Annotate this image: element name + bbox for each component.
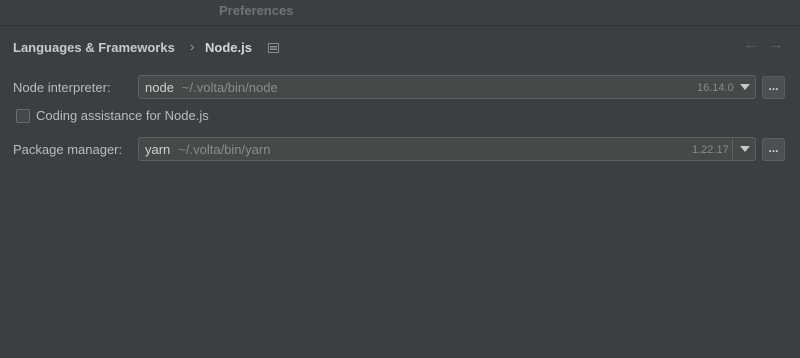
package-manager-select[interactable]: yarn ~/.volta/bin/yarn 1.22.17 — [138, 137, 756, 161]
combo-divider — [732, 138, 733, 160]
back-arrow-icon[interactable]: ← — [743, 37, 759, 53]
breadcrumb-parent[interactable]: Languages & Frameworks — [13, 40, 175, 55]
node-interpreter-version: 16.14.0 — [697, 82, 734, 94]
node-interpreter-select[interactable]: node ~/.volta/bin/node 16.14.0 — [138, 75, 756, 99]
package-manager-version: 1.22.17 — [692, 144, 729, 156]
breadcrumb-current: Node.js — [205, 40, 252, 55]
package-manager-path: ~/.volta/bin/yarn — [178, 142, 271, 157]
node-interpreter-value: node ~/.volta/bin/node — [145, 80, 278, 95]
settings-header: Languages & Frameworks › Node.js ← → — [0, 26, 800, 70]
node-interpreter-name: node — [145, 80, 174, 95]
chevron-down-icon[interactable] — [740, 146, 750, 152]
package-manager-label: Package manager: — [13, 142, 123, 157]
window-title: Preferences — [219, 3, 294, 18]
package-manager-name: yarn — [145, 142, 171, 157]
coding-assistance-label[interactable]: Coding assistance for Node.js — [36, 108, 209, 123]
node-interpreter-label: Node interpreter: — [13, 80, 111, 95]
package-manager-value: yarn ~/.volta/bin/yarn — [145, 142, 270, 157]
node-interpreter-path: ~/.volta/bin/node — [181, 80, 278, 95]
package-manager-browse-button[interactable]: ... — [762, 138, 785, 161]
breadcrumb-separator: › — [190, 39, 195, 54]
coding-assistance-checkbox[interactable] — [16, 109, 30, 123]
forward-arrow-icon[interactable]: → — [768, 37, 784, 53]
window-titlebar: Preferences — [0, 0, 800, 26]
chevron-down-icon[interactable] — [740, 84, 750, 90]
project-scope-icon — [268, 43, 279, 53]
node-interpreter-browse-button[interactable]: ... — [762, 76, 785, 99]
